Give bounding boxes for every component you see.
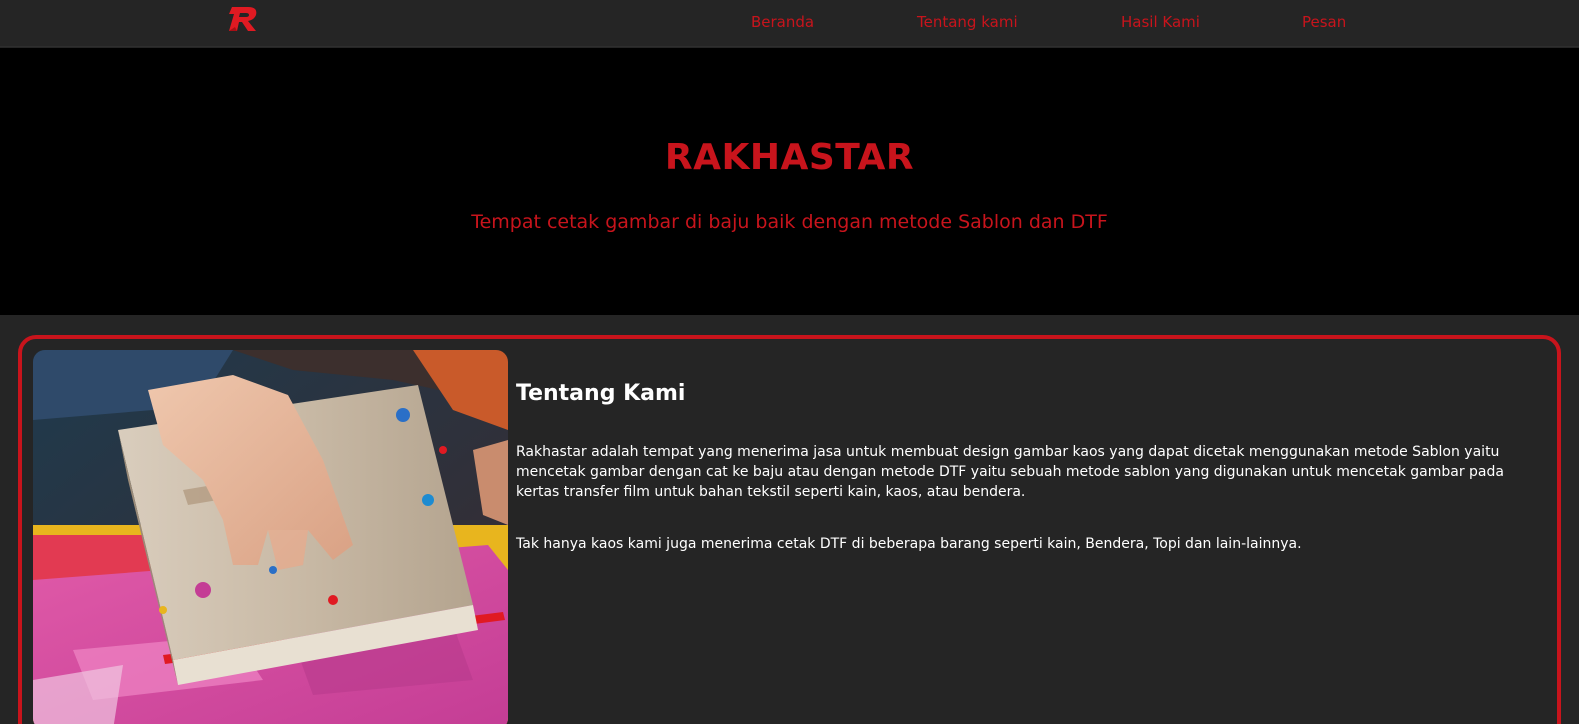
about-heading: Tentang Kami: [516, 381, 686, 406]
about-text: Tentang Kami Rakhastar adalah tempat yan…: [516, 381, 1526, 586]
about-section: Tentang Kami Rakhastar adalah tempat yan…: [18, 335, 1561, 724]
nav-link-hasil-kami[interactable]: Hasil Kami: [1121, 13, 1200, 31]
navbar: Beranda Tentang kami Hasil Kami Pesan: [0, 0, 1579, 47]
nav-link-tentang-kami[interactable]: Tentang kami: [917, 13, 1018, 31]
rakhastar-logo-icon[interactable]: [226, 5, 260, 33]
hero-title: RAKHASTAR: [664, 137, 915, 178]
screen-printing-photo: [33, 350, 508, 724]
about-paragraph-1: Rakhastar adalah tempat yang menerima ja…: [516, 444, 1504, 500]
nav-link-pesan[interactable]: Pesan: [1302, 13, 1346, 31]
about-paragraph-2: Tak hanya kaos kami juga menerima cetak …: [516, 536, 1302, 552]
hero-section: RAKHASTAR Tempat cetak gambar di baju ba…: [0, 48, 1579, 315]
nav-link-beranda[interactable]: Beranda: [751, 13, 814, 31]
hero-subtitle: Tempat cetak gambar di baju baik dengan …: [471, 211, 1108, 233]
